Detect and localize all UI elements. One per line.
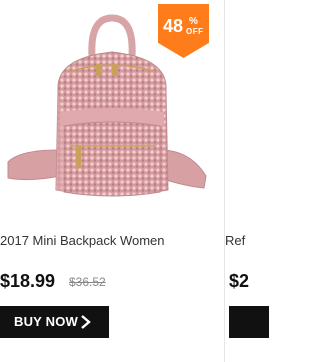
discount-percent-symbol: % — [189, 16, 198, 27]
discount-off-label: OFF — [186, 27, 204, 36]
next-product-price: $2 — [229, 271, 250, 291]
next-buy-now-button[interactable] — [229, 306, 269, 338]
chevron-right-icon — [81, 315, 91, 329]
next-product-card[interactable]: Ref $2 — [224, 0, 285, 362]
buy-now-button[interactable]: BUY NOW — [0, 306, 109, 338]
product-title[interactable]: 2017 Mini Backpack Women — [0, 232, 218, 250]
original-price: $36.52 — [69, 275, 106, 289]
product-card[interactable]: 48 % OFF 2017 Mini Backpack Women $18.99… — [0, 0, 218, 362]
next-product-title[interactable]: Ref — [225, 232, 245, 250]
buy-now-label: BUY NOW — [14, 314, 78, 329]
discount-value: 48 — [163, 16, 184, 36]
sale-price: $18.99 — [0, 271, 56, 291]
